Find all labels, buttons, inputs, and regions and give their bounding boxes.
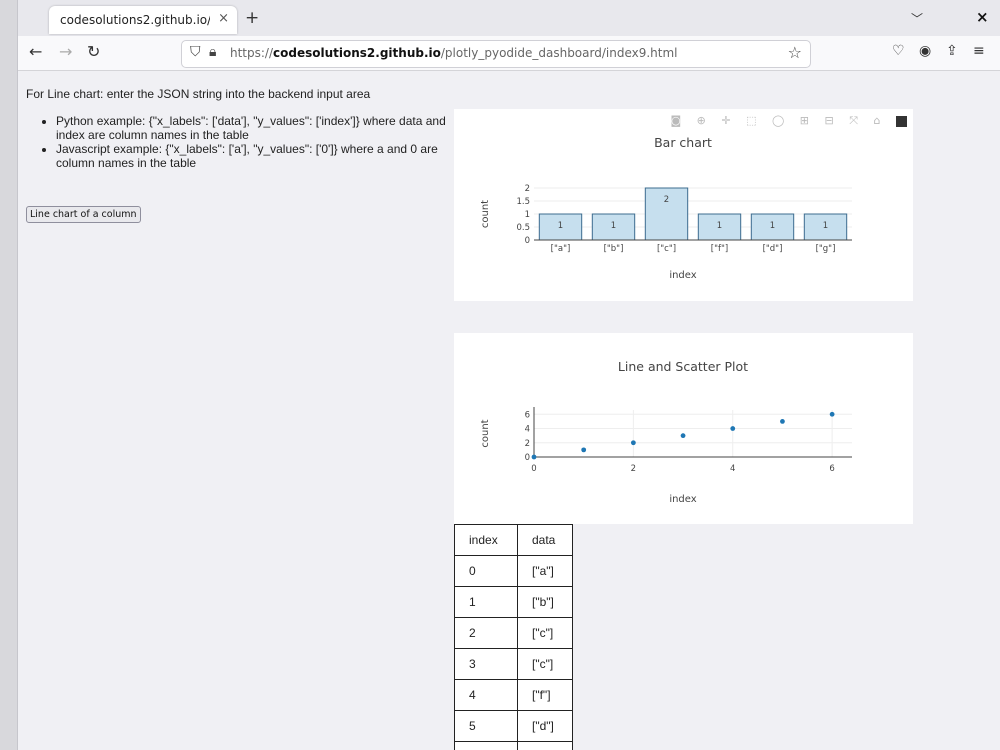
menu-icon[interactable]: ≡ [973, 43, 985, 59]
lock-icon[interactable]: 🔒︎ [209, 44, 216, 60]
forward-icon[interactable]: → [59, 42, 72, 61]
chevron-down-icon[interactable]: ﹀ [911, 10, 923, 27]
y-tick-label: 2 [525, 184, 530, 194]
y-tick-label: 2 [525, 439, 530, 449]
y-axis-label: count [480, 419, 491, 447]
line-chart-button[interactable]: Line chart of a column [26, 206, 141, 223]
y-tick-label: 0 [525, 236, 530, 246]
table-row: 5 ["d"] [454, 710, 573, 742]
bar-value-label: 2 [664, 195, 669, 205]
bar-value-label: 1 [558, 221, 563, 231]
y-tick-label: 6 [525, 410, 530, 420]
shield-icon[interactable]: ⛉ [190, 44, 201, 60]
extensions-icon[interactable]: ⇪ [946, 43, 958, 59]
cell-index [454, 741, 518, 750]
table-row [454, 741, 573, 750]
x-tick-label: 0 [531, 464, 536, 474]
bar-value-label: 1 [823, 221, 828, 231]
x-axis-label: index [669, 270, 696, 281]
column-header-index: index [454, 524, 518, 556]
cell-index: 4 [454, 679, 518, 711]
chart-title: Line and Scatter Plot [618, 359, 748, 374]
x-tick-label: ["d"] [763, 244, 783, 254]
cell-data: ["f"] [517, 679, 573, 711]
cell-data: ["b"] [517, 586, 573, 618]
bar-chart-panel: ◙ ⊕ ✛ ⬚ ◯ ⊞ ⊟ ⤧ ⌂ Bar chart 0 0.5 1 1.5 2 1 ["a… [454, 109, 913, 301]
account-icon[interactable]: ◉ [919, 43, 931, 59]
url-text: https://codesolutions2.github.io/plotly_… [230, 46, 678, 60]
y-tick-label: 1.5 [516, 197, 530, 207]
cell-data: ["c"] [517, 648, 573, 680]
y-tick-label: 4 [525, 425, 530, 435]
data-table: index data 0 ["a"] 1 ["b"] 2 ["c"] 3 ["c"] 4… [454, 524, 573, 750]
column-header-data: data [517, 524, 573, 556]
x-tick-label: 4 [730, 464, 735, 474]
table-header-row: index data [454, 524, 573, 556]
y-tick-label: 0.5 [516, 223, 530, 233]
x-tick-label: 6 [829, 464, 834, 474]
table-row: 0 ["a"] [454, 555, 573, 587]
new-tab-icon[interactable]: + [245, 8, 259, 28]
table-row: 3 ["c"] [454, 648, 573, 680]
data-point [829, 411, 835, 417]
browser-window: codesolutions2.github.io/plo × + ﹀ × ← →… [17, 0, 1000, 750]
cell-data: ["a"] [517, 555, 573, 587]
y-axis-label: count [480, 200, 491, 228]
cell-index: 0 [454, 555, 518, 587]
plotly-logo-icon[interactable] [896, 115, 907, 127]
y-tick-label: 0 [525, 453, 530, 463]
data-point [531, 454, 537, 460]
cell-index: 3 [454, 648, 518, 680]
bar-value-label: 1 [770, 221, 775, 231]
chart-title: Bar chart [654, 135, 712, 150]
navigation-bar: ← → ↻ ⛉ 🔒︎ https://codesolutions2.github… [18, 36, 1000, 71]
reload-icon[interactable]: ↻ [87, 42, 100, 61]
python-example: Python example: {"x_labels": ['data'], "… [56, 114, 466, 142]
bar-value-label: 1 [611, 221, 616, 231]
cell-data: ["c"] [517, 617, 573, 649]
x-tick-label: ["g"] [816, 244, 836, 254]
x-axis-label: index [669, 494, 696, 505]
close-tab-icon[interactable]: × [218, 11, 229, 26]
plot-modebar[interactable]: ◙ ⊕ ✛ ⬚ ◯ ⊞ ⊟ ⤧ ⌂ [671, 114, 907, 128]
page-content: For Line chart: enter the JSON string in… [18, 71, 1000, 750]
cell-data: ["d"] [517, 710, 573, 742]
x-tick-label: 2 [631, 464, 636, 474]
cell-index: 1 [454, 586, 518, 618]
x-tick-label: ["f"] [711, 244, 728, 254]
scatter-chart: Line and Scatter Plot 0 2 4 6 0 2 4 6 index count [480, 359, 852, 505]
data-point [581, 447, 587, 453]
x-tick-label: ["b"] [604, 244, 624, 254]
example-list: Python example: {"x_labels": ['data'], "… [38, 114, 466, 170]
close-window-icon[interactable]: × [976, 8, 989, 26]
cell-data [517, 741, 573, 750]
intro-text: For Line chart: enter the JSON string in… [26, 87, 371, 101]
url-bar[interactable]: ⛉ 🔒︎ https://codesolutions2.github.io/pl… [181, 40, 811, 68]
pocket-icon[interactable]: ♡ [892, 43, 905, 59]
bar-chart: Bar chart 0 0.5 1 1.5 2 1 ["a"] 1 ["b"] 2 ["c"] 1 ["f… [480, 135, 852, 281]
data-point [730, 426, 736, 431]
browser-tab[interactable]: codesolutions2.github.io/plo × [49, 6, 237, 34]
x-tick-label: ["c"] [657, 244, 676, 254]
back-icon[interactable]: ← [29, 42, 42, 61]
table-row: 2 ["c"] [454, 617, 573, 649]
data-point [780, 418, 785, 424]
data-point [680, 433, 686, 439]
table-row: 4 ["f"] [454, 679, 573, 711]
table-row: 1 ["b"] [454, 586, 573, 618]
bookmark-star-icon[interactable]: ☆ [788, 43, 802, 62]
data-point [630, 440, 636, 446]
cell-index: 5 [454, 710, 518, 742]
scatter-chart-panel: Line and Scatter Plot 0 2 4 6 0 2 4 6 index count [454, 333, 913, 524]
javascript-example: Javascript example: {"x_labels": ['a'], … [56, 142, 466, 170]
y-tick-label: 1 [525, 210, 530, 220]
tab-title: codesolutions2.github.io/plo [60, 13, 210, 27]
bar-value-label: 1 [717, 221, 722, 231]
tab-strip: codesolutions2.github.io/plo × + ﹀ × [18, 0, 1000, 36]
cell-index: 2 [454, 617, 518, 649]
x-tick-label: ["a"] [551, 244, 571, 254]
